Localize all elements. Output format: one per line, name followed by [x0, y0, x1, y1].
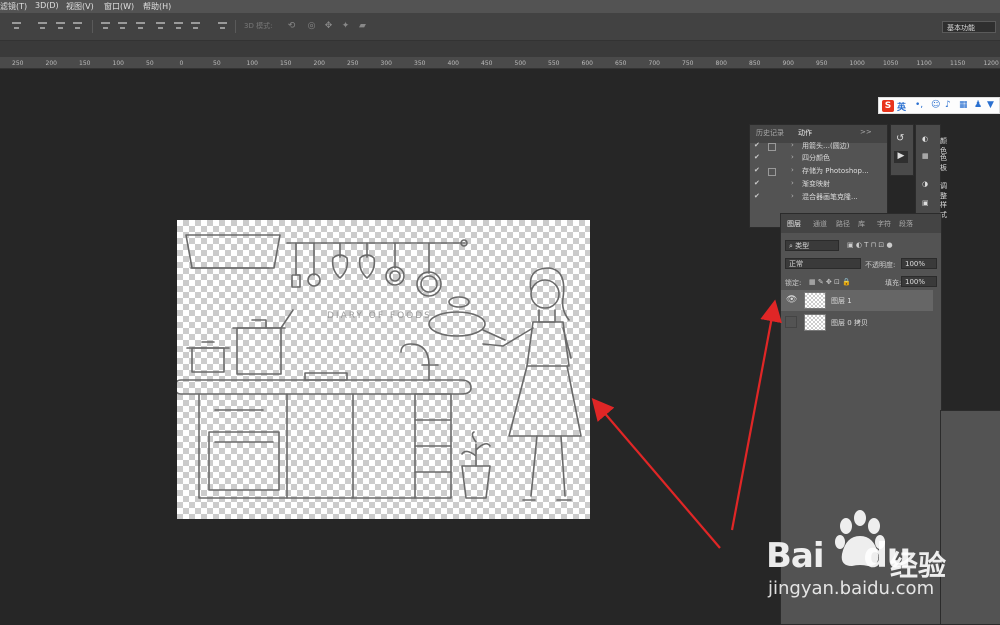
baidu-watermark: Bai du 经验 jingyan.baidu.com — [762, 508, 1000, 618]
arrow-to-canvas — [591, 397, 721, 549]
watermark-url: jingyan.baidu.com — [768, 578, 935, 599]
watermark-brand: Bai — [766, 536, 825, 576]
arrow-to-layer — [730, 299, 782, 531]
